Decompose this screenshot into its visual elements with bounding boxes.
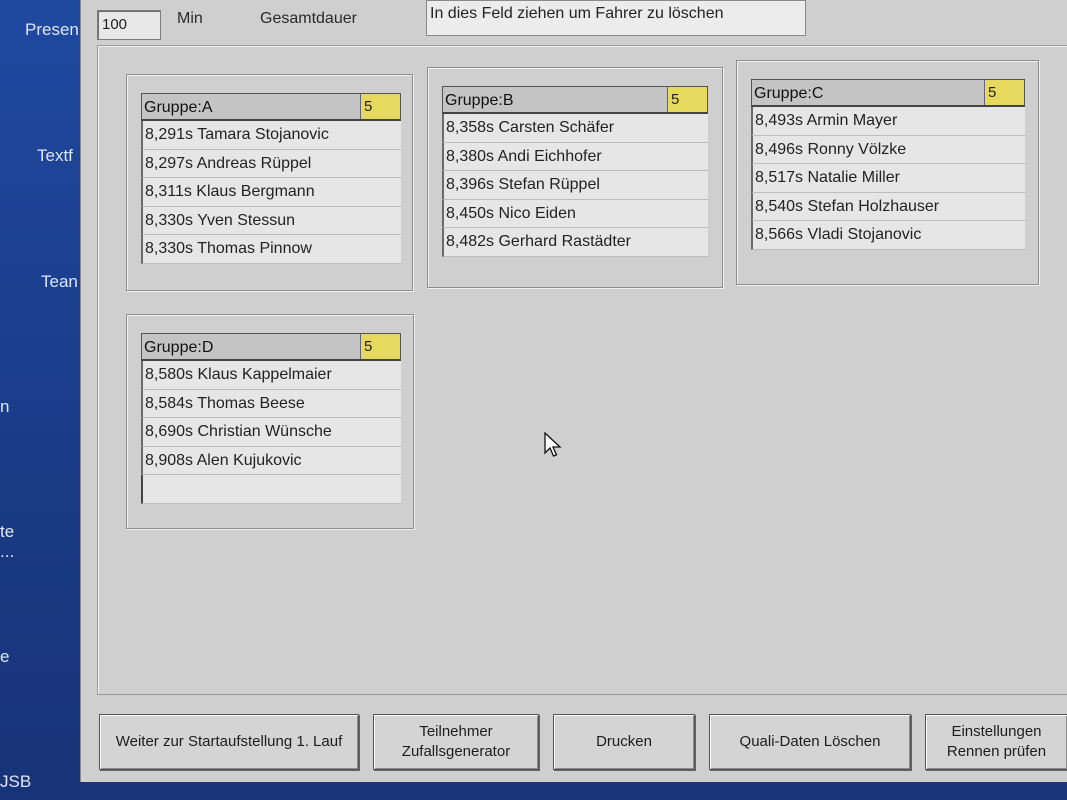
mouse-pointer-icon: [544, 432, 562, 457]
desktop-icon-label[interactable]: Tean: [41, 272, 78, 292]
driver-row[interactable]: 8,396s Stefan Rüppel: [442, 171, 708, 200]
group-box-c: Gruppe:C 5 8,493s Armin Mayer 8,496s Ron…: [736, 60, 1039, 285]
driver-row[interactable]: 8,908s Alen Kujukovic: [141, 446, 401, 475]
group-title: Gruppe:C: [754, 85, 824, 102]
check-race-settings-button[interactable]: Einstellungen Rennen prüfen: [925, 714, 1067, 770]
group-table: Gruppe:D 5 8,580s Klaus Kappelmaier 8,58…: [141, 333, 401, 504]
driver-row[interactable]: 8,496s Ronny Völzke: [751, 135, 1025, 164]
driver-row[interactable]: 8,540s Stefan Holzhauser: [751, 192, 1025, 221]
desktop-icon-label[interactable]: e: [0, 647, 9, 667]
group-count[interactable]: 5: [360, 334, 400, 359]
group-header: Gruppe:B 5: [442, 86, 708, 114]
driver-row[interactable]: 8,330s Thomas Pinnow: [141, 235, 401, 264]
driver-row[interactable]: 8,358s Carsten Schäfer: [442, 114, 708, 143]
unit-label: Min: [177, 10, 203, 27]
driver-row[interactable]: 8,566s Vladi Stojanovic: [751, 221, 1025, 250]
group-count[interactable]: 5: [360, 94, 400, 119]
group-title: Gruppe:B: [445, 92, 514, 109]
driver-row[interactable]: 8,580s Klaus Kappelmaier: [141, 361, 401, 390]
desktop-icon-label[interactable]: JSB: [0, 772, 31, 792]
driver-row[interactable]: 8,297s Andreas Rüppel: [141, 149, 401, 178]
total-duration-label: Gesamtdauer: [260, 10, 357, 27]
print-button[interactable]: Drucken: [553, 714, 695, 770]
group-header: Gruppe:C 5: [751, 79, 1025, 107]
group-table: Gruppe:C 5 8,493s Armin Mayer 8,496s Ron…: [751, 79, 1025, 250]
group-header: Gruppe:D 5: [141, 333, 401, 361]
group-box-a: Gruppe:A 5 8,291s Tamara Stojanovic 8,29…: [126, 74, 413, 291]
desktop-icon-label[interactable]: n: [0, 397, 9, 417]
driver-row[interactable]: 8,330s Yven Stessun: [141, 206, 401, 235]
driver-row-empty[interactable]: [141, 475, 401, 504]
driver-row[interactable]: 8,380s Andi Eichhofer: [442, 142, 708, 171]
desktop-icon-label[interactable]: Presen: [25, 20, 79, 40]
driver-row[interactable]: 8,690s Christian Wünsche: [141, 418, 401, 447]
group-title: Gruppe:D: [144, 339, 214, 356]
desktop-icon-label[interactable]: ...: [0, 542, 14, 562]
group-box-b: Gruppe:B 5 8,358s Carsten Schäfer 8,380s…: [427, 67, 723, 288]
desktop-strip: Presen Textf Tean n te ... e JSB: [0, 0, 80, 800]
driver-row[interactable]: 8,311s Klaus Bergmann: [141, 178, 401, 207]
taskbar-strip: [80, 782, 1067, 800]
group-table: Gruppe:A 5 8,291s Tamara Stojanovic 8,29…: [141, 93, 401, 264]
delete-quali-data-button[interactable]: Quali-Daten Löschen: [709, 714, 911, 770]
group-title: Gruppe:A: [144, 99, 213, 116]
delete-driver-drop-field[interactable]: In dies Feld ziehen um Fahrer zu löschen: [426, 0, 806, 36]
driver-row[interactable]: 8,493s Armin Mayer: [751, 107, 1025, 136]
driver-row[interactable]: 8,584s Thomas Beese: [141, 389, 401, 418]
driver-row[interactable]: 8,291s Tamara Stojanovic: [141, 121, 401, 150]
driver-row[interactable]: 8,517s Natalie Miller: [751, 164, 1025, 193]
duration-input[interactable]: 100: [97, 10, 161, 40]
group-box-d: Gruppe:D 5 8,580s Klaus Kappelmaier 8,58…: [126, 314, 414, 529]
start-grid-button[interactable]: Weiter zur Startaufstellung 1. Lauf: [99, 714, 359, 770]
desktop-icon-label[interactable]: te: [0, 522, 14, 542]
random-generator-button[interactable]: Teilnehmer Zufallsgenerator: [373, 714, 539, 770]
group-count[interactable]: 5: [984, 80, 1024, 105]
group-count[interactable]: 5: [667, 87, 707, 112]
driver-row[interactable]: 8,450s Nico Eiden: [442, 199, 708, 228]
group-header: Gruppe:A 5: [141, 93, 401, 121]
desktop-icon-label[interactable]: Textf: [37, 146, 73, 166]
group-table: Gruppe:B 5 8,358s Carsten Schäfer 8,380s…: [442, 86, 708, 257]
groups-panel: Gruppe:A 5 8,291s Tamara Stojanovic 8,29…: [97, 45, 1067, 695]
race-group-window: 100 Min Gesamtdauer In dies Feld ziehen …: [80, 0, 1067, 782]
driver-row[interactable]: 8,482s Gerhard Rastädter: [442, 228, 708, 257]
